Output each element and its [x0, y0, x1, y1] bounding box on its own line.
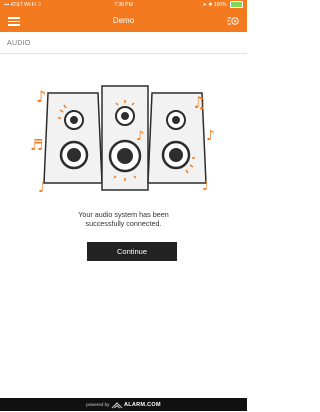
svg-text:♪: ♪: [206, 128, 215, 144]
battery-text: 100%: [213, 2, 227, 8]
alarm-logo-icon: [111, 402, 123, 409]
bluetooth-icon: ✱: [208, 2, 213, 8]
svg-text:♬: ♬: [30, 136, 43, 154]
location-icon: ➤: [202, 2, 207, 8]
svg-text:♪: ♪: [36, 87, 46, 106]
left-speaker-icon: [43, 92, 103, 184]
message-line-2: successfully connected.: [85, 219, 162, 228]
settings-list-icon[interactable]: [227, 15, 239, 27]
footer: powered by ALARM.COM: [0, 398, 247, 411]
navigation-bar: Demo: [0, 10, 247, 32]
status-bar: ▪▪▪ AT&T Wi-Fi ⌔ 7:38 PM ➤ ✱ 100%: [0, 0, 247, 10]
brand-name: ALARM.COM: [123, 402, 161, 408]
battery-indicator: ➤ ✱ 100%: [203, 0, 243, 10]
svg-text:♪: ♪: [136, 129, 144, 144]
speakers-illustration: ♪ ♬ ♩ ♪ ♫ ♪ ♩: [30, 85, 215, 196]
message-line-1: Your audio system has been: [78, 210, 169, 219]
powered-by-label: powered by: [86, 402, 110, 407]
battery-icon: [230, 1, 243, 9]
page-title: Demo: [112, 16, 135, 25]
svg-text:♩: ♩: [202, 178, 209, 194]
svg-text:♩: ♩: [38, 180, 45, 196]
connection-message: Your audio system has been successfully …: [0, 210, 247, 228]
section-label: AUDIO: [7, 40, 31, 47]
svg-text:♫: ♫: [192, 93, 206, 112]
section-divider: [0, 53, 247, 54]
continue-button[interactable]: Continue: [87, 242, 177, 261]
